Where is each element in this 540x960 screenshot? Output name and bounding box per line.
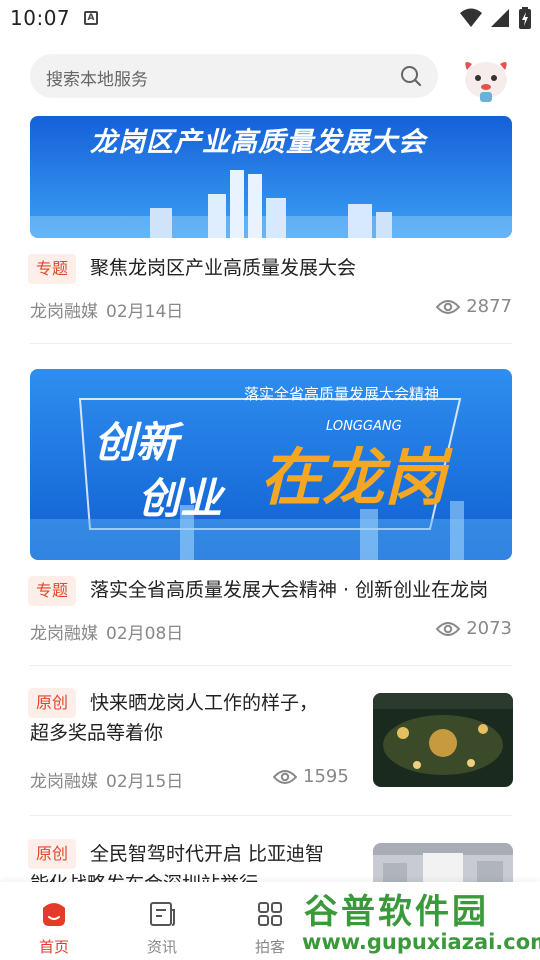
banner-left-line2: 创业 [138,474,223,523]
tag-topic: 专题 [28,254,77,284]
article-thumbnail[interactable] [373,693,513,787]
article-date: 02月14日 [106,302,184,322]
tag-original: 原创 [28,839,77,869]
article-meta: 龙岗融媒 02月15日 [30,767,183,792]
article-meta: 龙岗融媒 02月14日 [30,297,183,322]
night-city-image [373,693,513,787]
mascot-avatar-icon[interactable] [458,50,514,104]
article-meta: 龙岗融媒 02月08日 [30,619,183,644]
article-date: 02月08日 [106,624,184,644]
view-count: 2073 [436,618,512,639]
battery-icon [519,7,531,29]
eye-icon [436,621,461,636]
wifi-icon [460,8,482,27]
article-title-line1[interactable]: 全民智驾时代开启 比亚迪智 [90,839,324,869]
nav-label: 拍客 [254,938,285,956]
search-icon[interactable] [400,65,422,87]
article-source: 龙岗融媒 [30,772,98,792]
view-count-value: 2073 [466,618,512,639]
grid-icon [258,902,282,926]
watermark-title: 谷普软件园 [304,892,489,932]
eye-icon [436,299,461,314]
status-icons [460,7,532,29]
eye-icon [273,769,297,784]
article-title[interactable]: 落实全省高质量发展大会精神 · 创新创业在龙岗 [90,575,488,605]
divider [30,665,512,666]
view-count-value: 2877 [466,296,512,317]
search-input[interactable]: 搜索本地服务 [30,54,438,98]
news-icon [150,902,175,926]
article-source: 龙岗融媒 [30,624,98,644]
article-title[interactable]: 聚焦龙岗区产业高质量发展大会 [90,253,356,283]
article-title-line1[interactable]: 快来晒龙岗人工作的样子， [90,688,318,718]
divider [30,815,512,816]
article-date: 02月15日 [106,772,184,792]
article-source: 龙岗融媒 [30,302,98,322]
banner-left-line1: 创新 [94,418,179,467]
banner-right-text: 在龙岗 [260,441,447,514]
banner-top-text: 落实全省高质量发展大会精神 [244,385,440,403]
nav-paike[interactable]: 拍客 [240,900,300,957]
status-time: 10:07 [10,6,71,30]
watermark-url: www.gupuxiazai.com [302,930,540,954]
nav-news[interactable]: 资讯 [132,900,192,957]
tag-topic: 专题 [28,576,77,606]
view-count: 2877 [436,296,512,317]
banner-innovation[interactable]: 落实全省高质量发展大会精神 LONGGANG 创新 创业 在龙岗 [30,369,512,560]
divider [30,343,512,344]
search-placeholder: 搜索本地服务 [46,70,148,90]
nav-label: 资讯 [146,938,177,956]
banner-title: 龙岗区产业高质量发展大会 [90,127,426,158]
nav-label: 首页 [38,938,69,956]
article-title-line2[interactable]: 超多奖品等着你 [30,718,163,748]
watermark: 谷普软件园 www.gupuxiazai.com [296,882,540,960]
banner-industry-conference[interactable]: 龙岗区产业高质量发展大会 [30,116,512,238]
nav-home[interactable]: 首页 [24,900,84,957]
status-bar: 10:07 A [0,0,540,36]
view-count: 1595 [273,766,349,787]
signal-icon [491,9,509,27]
notification-a-icon: A [84,11,98,25]
home-icon [43,903,65,926]
tag-original: 原创 [28,688,77,718]
view-count-value: 1595 [303,766,349,787]
